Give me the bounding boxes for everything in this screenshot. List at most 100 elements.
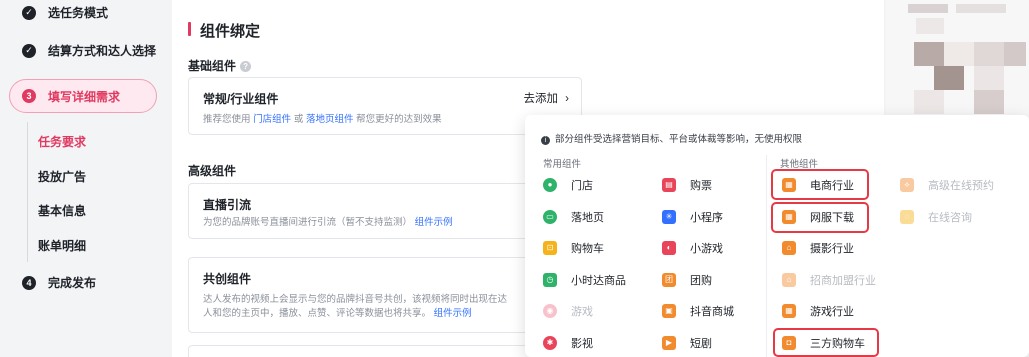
next-card <box>188 345 582 357</box>
blurred-block <box>908 4 948 13</box>
item-label: 小时达商品 <box>571 275 626 287</box>
component-item-game: ◉ 游戏 <box>543 303 593 319</box>
component-item-photography[interactable]: ⌂ 摄影行业 <box>782 240 854 256</box>
component-picker-popup: i 部分组件受选择营销目标、平台或体裁等影响，无使用权限 常用组件 其他组件 ● 门… <box>525 115 1029 357</box>
blurred-block <box>974 42 1004 66</box>
item-label: 门店 <box>571 180 593 192</box>
card-description: 推荐您使用 门店组件 或 落地页组件 帮您更好的达到效果 <box>203 111 442 125</box>
other-components-title: 其他组件 <box>780 159 819 170</box>
title-accent <box>188 22 191 36</box>
component-item-film[interactable]: ✱ 影视 <box>543 335 593 351</box>
common-components-title: 常用组件 <box>543 159 582 170</box>
card-description-line1: 达人发布的视频上会显示与您的品牌抖音号共创，该视频将同时出现在达 <box>203 294 508 305</box>
component-item-game-industry[interactable]: ▦ 游戏行业 <box>782 303 854 319</box>
step-4[interactable]: 4 完成发布 <box>22 274 96 291</box>
highlight-box-ecommerce <box>771 169 869 200</box>
permission-notice: i 部分组件受选择营销目标、平台或体裁等影响，无使用权限 <box>541 131 802 145</box>
step-label: 选任务模式 <box>48 6 109 20</box>
basic-components-label: 基础组件? <box>188 57 252 74</box>
substep-list: 任务要求 投放广告 基本信息 账单明细 <box>27 122 86 262</box>
grid-icon: ▦ <box>782 304 796 318</box>
component-item-mini-game[interactable]: ◐ 小游戏 <box>662 240 723 256</box>
item-label: 团购 <box>690 275 712 287</box>
item-label: 在线咨询 <box>928 212 972 224</box>
item-label: 摄影行业 <box>810 243 854 255</box>
film-icon: ✱ <box>543 336 557 350</box>
clock-icon: ◷ <box>543 273 557 287</box>
component-example-link[interactable]: 组件示例 <box>415 217 453 228</box>
page-title: 组件绑定 <box>200 23 261 40</box>
desc-text: 推荐您使用 <box>203 114 251 125</box>
miniapp-icon: ✳ <box>662 210 676 224</box>
item-label: 小游戏 <box>690 243 723 255</box>
section-text: 基础组件 <box>188 59 237 73</box>
blurred-block <box>956 4 1006 13</box>
item-label: 招商加盟行业 <box>810 275 876 287</box>
blurred-block <box>974 90 1004 114</box>
component-item-landing-page[interactable]: ▭ 落地页 <box>543 209 604 225</box>
go-add-button[interactable]: 去添加 › <box>523 90 569 106</box>
desc-text: 人和您的主页中，播放、点赞、评论等数据也将共享。 <box>203 308 432 319</box>
notice-text: 部分组件受选择营销目标、平台或体裁等影响，无使用权限 <box>555 134 803 145</box>
blurred-block <box>934 66 964 90</box>
column-divider <box>766 155 767 357</box>
item-label: 高级在线预约 <box>928 180 994 192</box>
item-label: 小程序 <box>690 212 723 224</box>
blurred-block <box>974 66 1004 90</box>
component-item-short-drama[interactable]: ▶ 短剧 <box>662 335 712 351</box>
item-label: 短剧 <box>690 338 712 350</box>
normal-component-card[interactable]: 常规/行业组件 推荐您使用 门店组件 或 落地页组件 帮您更好的达到效果 去添加… <box>188 77 582 135</box>
landing-page-component-link[interactable]: 落地页组件 <box>306 114 354 125</box>
step-number: 4 <box>22 275 36 290</box>
desc-text: 或 <box>293 114 304 125</box>
component-item-ticket[interactable]: ▤ 购票 <box>662 177 712 193</box>
component-item-douyin-mall[interactable]: ▣ 抖音商城 <box>662 303 734 319</box>
cart-icon: ⊡ <box>543 241 557 255</box>
item-label: 游戏 <box>571 306 593 318</box>
cocreate-card[interactable]: 共创组件 达人发布的视频上会显示与您的品牌抖音号共创，该视频将同时出现在达 人和… <box>188 257 582 333</box>
blurred-block <box>1004 42 1026 66</box>
step-1[interactable]: ✓ 选任务模式 <box>22 4 108 21</box>
component-item-cart[interactable]: ⊡ 购物车 <box>543 240 604 256</box>
item-label: 影视 <box>571 338 593 350</box>
component-item-advanced-booking: ⟡ 高级在线预约 <box>900 177 994 193</box>
substep-task-requirements[interactable]: 任务要求 <box>38 133 86 150</box>
chat-icon: ◌ <box>900 210 914 224</box>
step-label: 结算方式和达人选择 <box>48 44 157 58</box>
substep-basic-info[interactable]: 基本信息 <box>38 202 86 219</box>
component-example-link[interactable]: 组件示例 <box>434 308 472 319</box>
mall-icon: ▣ <box>662 304 676 318</box>
blurred-block <box>914 90 944 114</box>
house-icon: ⌂ <box>782 273 796 287</box>
live-stream-card[interactable]: 直播引流 为您的品牌账号直播间进行引流（暂不支持监测） 组件示例 <box>188 183 582 239</box>
step-label: 完成发布 <box>48 276 97 290</box>
blurred-block <box>916 18 944 34</box>
chevron-right-icon: › <box>565 93 569 105</box>
play-icon: ▶ <box>662 336 676 350</box>
component-item-store[interactable]: ● 门店 <box>543 177 593 193</box>
help-icon[interactable]: ? <box>240 61 252 72</box>
item-label: 购票 <box>690 180 712 192</box>
ticket-icon: ▤ <box>662 178 676 192</box>
info-icon: i <box>541 136 550 145</box>
step-3-active[interactable]: 3 填写详细需求 <box>9 79 157 113</box>
location-icon: ● <box>543 178 557 192</box>
store-component-link[interactable]: 门店组件 <box>253 114 291 125</box>
go-add-label: 去添加 <box>523 93 558 105</box>
desc-text: 帮您更好的达到效果 <box>356 114 442 125</box>
component-item-franchise: ⌂ 招商加盟行业 <box>782 272 876 288</box>
substep-billing[interactable]: 账单明细 <box>38 237 86 254</box>
component-item-mini-program[interactable]: ✳ 小程序 <box>662 209 723 225</box>
house-icon: ⌂ <box>782 241 796 255</box>
component-item-group-buy[interactable]: 团 团购 <box>662 272 712 288</box>
landing-page-icon: ▭ <box>543 210 557 224</box>
highlight-box-app-download <box>771 202 869 233</box>
component-item-hourly-goods[interactable]: ◷ 小时达商品 <box>543 272 626 288</box>
check-icon: ✓ <box>22 5 36 20</box>
highlight-box-third-party-cart <box>773 328 879 357</box>
blurred-block <box>944 42 974 66</box>
groupbuy-icon: 团 <box>662 273 676 287</box>
step-2[interactable]: ✓ 结算方式和达人选择 <box>22 42 156 59</box>
desc-text: 为您的品牌账号直播间进行引流（暂不支持监测） <box>203 217 413 228</box>
substep-ad-placement[interactable]: 投放广告 <box>38 168 86 185</box>
